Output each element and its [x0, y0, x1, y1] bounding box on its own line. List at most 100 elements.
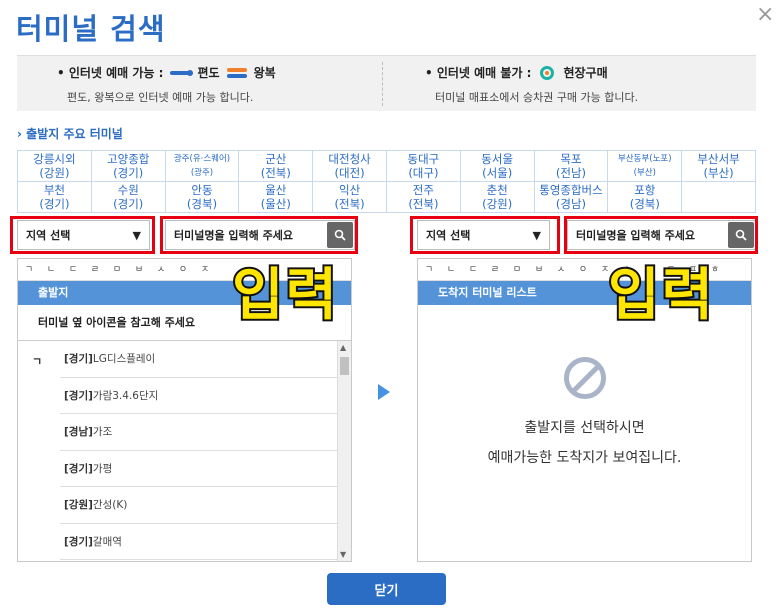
input-annotation-right: 입력	[606, 261, 716, 330]
consonant-filter-item[interactable]: ㄴ	[440, 259, 462, 280]
terminal-cell[interactable]: 수원 (경기)	[90, 181, 166, 213]
onsite-label: 현장구매	[563, 66, 608, 80]
consonant-filter-item[interactable]: ㅁ	[106, 259, 128, 280]
terminal-cell[interactable]: 동대구 (대구)	[385, 150, 461, 182]
terminal-cell[interactable]: 고양종합 (경기)	[90, 150, 166, 182]
terminal-region: (경북)	[186, 197, 218, 211]
consonant-filter-item[interactable]: ㅅ	[550, 259, 572, 280]
arrival-empty-msg-2: 예매가능한 도착지가 보여집니다.	[487, 450, 682, 466]
offline-title: • 인터넷 예매 불가 :	[425, 66, 532, 80]
terminal-cell[interactable]: 울산 (울산)	[238, 181, 314, 213]
consonant-filter-item[interactable]: ㄹ	[84, 259, 106, 280]
arrival-empty-msg-1: 출발지를 선택하시면	[524, 420, 645, 436]
direction-arrow-icon	[378, 384, 390, 400]
close-icon[interactable]: ×	[756, 2, 774, 27]
terminal-name: 포항	[634, 183, 656, 197]
terminal-region: (부산)	[703, 166, 734, 180]
consonant-filter-item[interactable]: ㅇ	[572, 259, 594, 280]
terminal-list-item[interactable]: [강원]간성(K)	[60, 487, 338, 524]
item-region: [경기]	[64, 353, 93, 365]
info-divider	[382, 62, 383, 106]
offline-info: • 인터넷 예매 불가 : 현장구매 터미널 매표소에서 승차권 구매 가능 합…	[425, 64, 638, 105]
terminal-cell[interactable]: 부산동부(노포) (부산)	[607, 150, 683, 182]
terminal-name: 안동	[191, 183, 213, 197]
consonant-filter-item[interactable]: ㅈ	[194, 259, 216, 280]
consonant-filter-item[interactable]: ㅅ	[150, 259, 172, 280]
terminal-region: (전남)	[555, 166, 587, 180]
terminal-region: (서울)	[482, 166, 513, 180]
terminal-name: 부산서부	[697, 152, 740, 166]
terminal-cell[interactable]: 통영종합버스 (경남)	[533, 181, 609, 213]
terminal-cell[interactable]: 춘천 (강원)	[459, 181, 535, 213]
terminal-cell[interactable]: 동서울 (서울)	[459, 150, 535, 182]
terminal-name: 군산	[265, 152, 287, 166]
terminal-name: 전주	[412, 183, 434, 197]
item-name: 갈매역	[92, 535, 122, 548]
terminal-cell[interactable]: 포항 (경북)	[607, 181, 683, 213]
consonant-filter-item[interactable]: ㅁ	[506, 259, 528, 280]
consonant-filter-item[interactable]: ㅂ	[528, 259, 550, 280]
terminal-region: (경기)	[113, 166, 144, 180]
consonant-filter-item[interactable]: ㄷ	[62, 259, 84, 280]
oneway-label: 편도	[197, 66, 220, 80]
terminal-name: 통영종합버스	[539, 183, 603, 197]
consonant-filter-item[interactable]: ㄹ	[484, 259, 506, 280]
item-name: 가람3.4.6단지	[92, 389, 159, 402]
terminal-region: (강원)	[482, 197, 513, 211]
consonant-filter-item[interactable]: ㄱ	[18, 259, 40, 280]
terminal-cell[interactable]: 대전청사 (대전)	[312, 150, 387, 182]
terminal-list-item[interactable]: [경기]갈매역	[60, 524, 338, 560]
consonant-filter-item[interactable]: ㅂ	[128, 259, 150, 280]
scroll-down-icon[interactable]: ▼	[340, 550, 346, 559]
departure-list-scrollbar[interactable]: ▲ ▼	[337, 341, 351, 561]
terminal-cell[interactable]: 안동 (경북)	[164, 181, 240, 213]
terminal-region: (경기)	[39, 197, 70, 211]
item-region: [경기]	[64, 535, 93, 548]
item-region: [경남]	[64, 426, 93, 438]
consonant-filter-item[interactable]: ㄴ	[40, 259, 62, 280]
terminal-name: 목포	[560, 152, 582, 166]
terminal-name: 부산동부(노포)	[617, 154, 672, 164]
terminal-list-item[interactable]: [경기]가람3.4.6단지	[60, 378, 338, 414]
highlight-box-search-right	[564, 216, 758, 254]
highlight-box-region-right	[410, 216, 560, 254]
scroll-up-icon[interactable]: ▲	[340, 343, 346, 352]
booking-info-box: • 인터넷 예매 가능 : 편도 왕복 편도, 왕복으로 인터넷 예매 가능 합…	[17, 55, 756, 111]
terminal-list-item[interactable]: [경기]가평	[60, 451, 338, 487]
terminal-list-item[interactable]: [경남]가조	[60, 414, 338, 451]
terminal-cell[interactable]: 부산서부 (부산)	[681, 150, 756, 182]
roundtrip-label: 왕복	[253, 66, 276, 80]
consonant-filter-item[interactable]: ㄱ	[418, 259, 440, 280]
oneway-icon	[170, 69, 194, 76]
terminal-cell[interactable]: 목포 (전남)	[533, 150, 609, 182]
terminal-list-item[interactable]: [경기]LG디스플레이	[60, 341, 338, 378]
consonant-filter-item[interactable]: ㅇ	[172, 259, 194, 280]
highlight-box-search-left	[160, 216, 358, 254]
terminal-region: (대구)	[408, 166, 439, 180]
terminal-cell[interactable]: 부천 (경기)	[17, 181, 92, 213]
consonant-filter-item[interactable]: ㄷ	[462, 259, 484, 280]
terminal-cell[interactable]: 익산 (전북)	[312, 181, 387, 213]
terminal-name: 동서울	[481, 152, 514, 166]
page-title: 터미널 검색	[16, 12, 166, 46]
online-desc: 편도, 왕복으로 인터넷 예매 가능 합니다.	[67, 91, 254, 104]
terminal-cell[interactable]: 군산 (전북)	[238, 150, 314, 182]
major-terminal-grid: 강릉시외 (강원) 고양종합 (경기) 광주(유·스퀘어) (광주) 군산 (전북) 대전청사(…	[17, 150, 756, 213]
roundtrip-icon	[226, 67, 247, 79]
terminal-cell-empty	[681, 181, 756, 213]
terminal-cell[interactable]: 전주 (전북)	[385, 181, 461, 213]
close-button[interactable]: 닫기	[327, 573, 446, 605]
scroll-thumb[interactable]	[340, 357, 349, 375]
section-title-text: 출발지 주요 터미널	[26, 127, 123, 141]
terminal-name: 강릉시외	[33, 152, 76, 166]
terminal-cell[interactable]: 강릉시외 (강원)	[17, 150, 92, 182]
terminal-name: 익산	[339, 183, 361, 197]
departure-list: ㄱ [경기]LG디스플레이 [경기]가람3.4.6단지 [경남]가조 [경기]가평 [강…	[18, 341, 351, 561]
terminal-cell[interactable]: 광주(유·스퀘어) (광주)	[164, 150, 240, 182]
terminal-name: 고양종합	[107, 152, 150, 166]
item-name: 가조	[92, 426, 113, 438]
terminal-region: (전북)	[334, 197, 365, 211]
terminal-region: (울산)	[260, 197, 291, 211]
terminal-region: (대전)	[334, 166, 365, 180]
online-info: • 인터넷 예매 가능 : 편도 왕복 편도, 왕복으로 인터넷 예매 가능 합…	[57, 64, 276, 105]
